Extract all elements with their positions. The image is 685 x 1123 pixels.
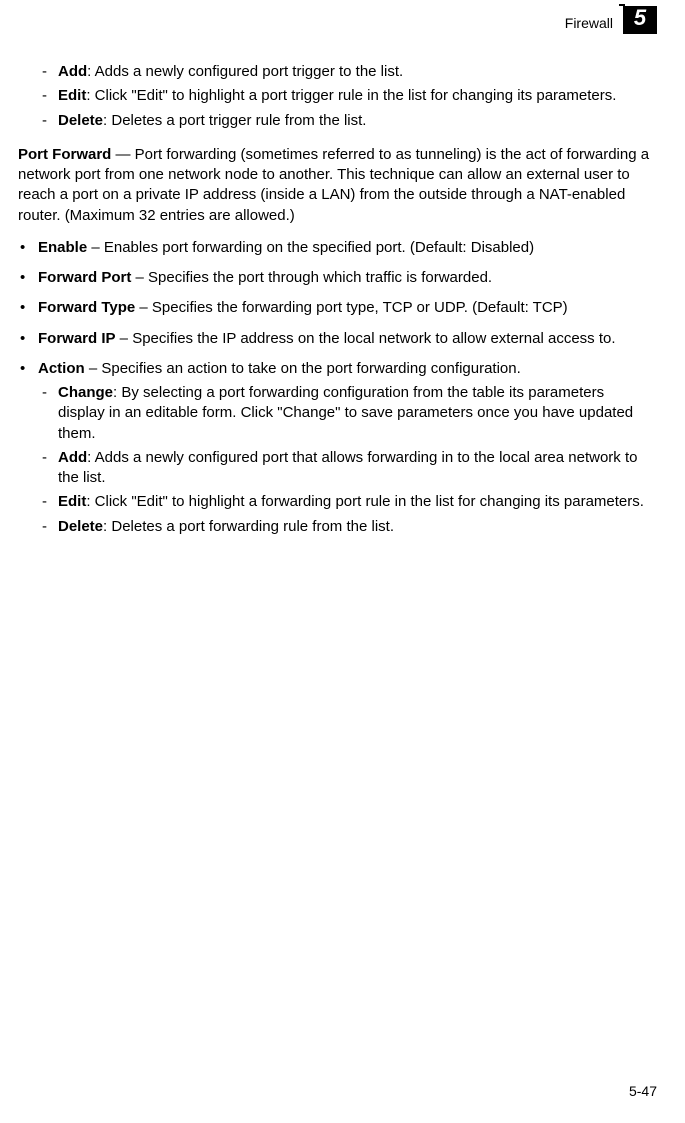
term: Change xyxy=(58,384,113,401)
term: Action xyxy=(38,360,85,377)
desc: : Deletes a port trigger rule from the l… xyxy=(103,112,366,129)
desc: : Click "Edit" to highlight a port trigg… xyxy=(86,87,616,104)
desc: : Adds a newly configured port trigger t… xyxy=(87,63,403,80)
desc: – Specifies the port through which traff… xyxy=(131,269,492,286)
list-item: Delete: Deletes a port forwarding rule f… xyxy=(38,517,651,537)
desc: : Click "Edit" to highlight a forwarding… xyxy=(86,493,644,510)
port-forward-option-list: Enable – Enables port forwarding on the … xyxy=(18,238,651,537)
port-forward-intro: — Port forwarding (sometimes referred to… xyxy=(18,146,649,224)
list-item: Add: Adds a newly configured port that a… xyxy=(38,448,651,489)
chapter-number: 5 xyxy=(634,5,646,31)
header-section-label: Firewall xyxy=(565,14,613,33)
list-item: Change: By selecting a port forwarding c… xyxy=(38,383,651,444)
page-number: 5-47 xyxy=(629,1083,657,1099)
term: Edit xyxy=(58,87,86,104)
desc: : By selecting a port forwarding configu… xyxy=(58,384,633,442)
action-sub-list: Change: By selecting a port forwarding c… xyxy=(38,383,651,537)
list-item: Delete: Deletes a port trigger rule from… xyxy=(18,111,651,131)
port-trigger-action-list: Add: Adds a newly configured port trigge… xyxy=(18,62,651,131)
list-item: Forward IP – Specifies the IP address on… xyxy=(18,329,651,349)
page-header: Firewall 5 xyxy=(18,12,657,36)
list-item: Add: Adds a newly configured port trigge… xyxy=(18,62,651,82)
port-forward-heading: Port Forward xyxy=(18,146,111,163)
desc: – Specifies the forwarding port type, TC… xyxy=(135,299,567,316)
list-item: Edit: Click "Edit" to highlight a port t… xyxy=(18,86,651,106)
page-content: Add: Adds a newly configured port trigge… xyxy=(18,62,657,537)
list-item: Enable – Enables port forwarding on the … xyxy=(18,238,651,258)
term: Forward Port xyxy=(38,269,131,286)
term: Enable xyxy=(38,239,87,256)
list-item: Edit: Click "Edit" to highlight a forwar… xyxy=(38,492,651,512)
term: Delete xyxy=(58,112,103,129)
page-footer: 5-47 xyxy=(629,1082,657,1101)
desc: : Deletes a port forwarding rule from th… xyxy=(103,518,394,535)
list-item-action: Action – Specifies an action to take on … xyxy=(18,359,651,537)
term: Add xyxy=(58,63,87,80)
desc: – Specifies the IP address on the local … xyxy=(116,330,616,347)
term: Edit xyxy=(58,493,86,510)
page-container: Firewall 5 Add: Adds a newly configured … xyxy=(0,0,685,1123)
desc: – Specifies an action to take on the por… xyxy=(85,360,521,377)
desc: – Enables port forwarding on the specifi… xyxy=(87,239,534,256)
term: Delete xyxy=(58,518,103,535)
chapter-badge: 5 xyxy=(623,6,657,34)
term: Add xyxy=(58,449,87,466)
desc: : Adds a newly configured port that allo… xyxy=(58,449,637,486)
list-item: Forward Type – Specifies the forwarding … xyxy=(18,298,651,318)
term: Forward IP xyxy=(38,330,116,347)
list-item: Forward Port – Specifies the port throug… xyxy=(18,268,651,288)
term: Forward Type xyxy=(38,299,135,316)
port-forward-paragraph: Port Forward — Port forwarding (sometime… xyxy=(18,145,651,226)
badge-tick xyxy=(619,4,625,6)
